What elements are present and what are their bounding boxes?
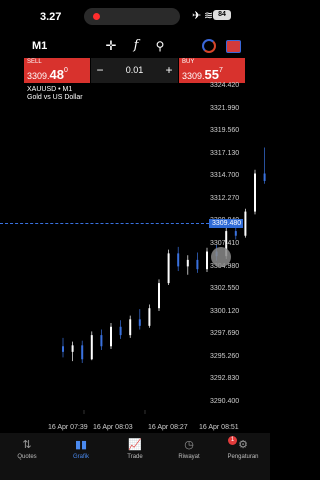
candle-body <box>177 253 180 267</box>
y-tick-label: 3324.420 <box>210 82 240 89</box>
buy-price: 3309.557 <box>182 67 223 82</box>
candle-body <box>196 259 199 270</box>
battery-icon: 84 <box>213 10 231 20</box>
candle <box>177 246 180 272</box>
candle-body <box>110 326 112 347</box>
candle <box>167 249 170 285</box>
timeframe-button[interactable]: M1 <box>32 40 47 52</box>
candle-body <box>254 173 256 212</box>
status-time: 3.27 <box>40 11 62 23</box>
x-tick-label: 16 Apr 07:39 <box>48 424 88 431</box>
crosshair-icon[interactable]: ✛ <box>101 36 121 56</box>
nav-label: Trade <box>127 454 143 460</box>
assistive-touch-button[interactable] <box>211 247 231 267</box>
nav-label: Grafik <box>72 454 89 460</box>
candle <box>62 337 64 358</box>
candle <box>129 315 132 338</box>
current-price-marker: 3309.480 <box>209 219 243 228</box>
y-tick-label: 3312.270 <box>210 194 240 202</box>
nav-label: Pengaturan <box>227 454 259 460</box>
y-tick-label: 3290.400 <box>210 398 240 405</box>
symbol-description: Gold vs US Dollar <box>27 94 83 101</box>
candle <box>100 329 103 350</box>
buy-label: BUY <box>182 59 195 65</box>
candle <box>158 279 160 311</box>
candle-body <box>167 253 170 284</box>
y-tick-label: 3314.700 <box>210 172 240 180</box>
candle-body <box>244 211 247 236</box>
chart-type-icon[interactable] <box>199 36 219 56</box>
candle-body <box>234 231 237 236</box>
candle-body <box>81 345 84 360</box>
candle <box>138 309 141 330</box>
nav-item-trade[interactable]: 📈 Trade <box>108 438 162 460</box>
wifi-icon: ≋ <box>204 10 214 22</box>
candle <box>196 252 199 273</box>
y-tick-label: 3307.410 <box>210 240 240 247</box>
candle <box>206 247 208 272</box>
x-tick-label: 16 Apr 08:03 <box>93 424 133 431</box>
candle <box>81 340 84 363</box>
symbol-label: XAUUSD • M1 <box>27 86 73 93</box>
buy-button[interactable]: BUY 3309.557 <box>179 58 245 83</box>
recording-dot-icon <box>93 13 100 20</box>
nav-item-grafik[interactable]: ▮▮ Grafik <box>54 438 108 460</box>
candle <box>119 320 122 339</box>
candle <box>90 331 93 361</box>
y-tick-label: 3317.130 <box>210 149 240 157</box>
quotes-icon: ⇅ <box>22 439 32 451</box>
candle-body <box>100 335 103 347</box>
function-icon[interactable]: f <box>126 36 146 56</box>
sell-price: 3309.480 <box>27 67 68 82</box>
candle-body <box>90 335 93 360</box>
y-tick-label: 3302.550 <box>210 285 240 293</box>
airplane-icon: ✈ <box>192 10 202 22</box>
lot-stepper[interactable]: − 0.01 + <box>91 58 178 83</box>
candle-body <box>119 326 122 336</box>
trade-nav-icon: 📈 <box>128 439 142 451</box>
candle <box>71 341 74 362</box>
lot-increase-button[interactable]: + <box>162 61 176 79</box>
nav-item-riwayat[interactable]: ◷ Riwayat <box>162 438 216 460</box>
candle <box>186 255 189 275</box>
candle-body <box>62 346 64 352</box>
candle-body <box>129 319 132 336</box>
trade-icon[interactable] <box>223 36 243 56</box>
candle <box>263 147 266 184</box>
settings-icon: ⚙ <box>238 439 248 451</box>
nav-label: Quotes <box>17 454 37 460</box>
candle-body <box>263 173 266 181</box>
nav-label: Riwayat <box>178 454 200 460</box>
candle-body <box>138 319 141 326</box>
candle <box>148 304 151 328</box>
y-tick-label: 3292.830 <box>210 375 240 383</box>
candle <box>244 208 247 238</box>
history-icon: ◷ <box>184 439 194 451</box>
chart-icon: ▮▮ <box>74 439 88 451</box>
indicators-icon[interactable]: ⚲ <box>150 36 170 56</box>
x-tick-label: 16 Apr 08:51 <box>199 424 239 431</box>
candle-body <box>158 283 160 309</box>
candle-body <box>148 308 151 326</box>
y-tick-label: 3321.990 <box>210 104 240 112</box>
candle <box>110 323 112 350</box>
nav-item-pengaturan[interactable]: ⚙ Pengaturan <box>216 438 270 460</box>
y-tick-label: 3297.690 <box>210 330 240 338</box>
y-tick-label: 3319.560 <box>210 127 240 135</box>
sell-label: SELL <box>27 59 42 65</box>
notification-badge: 1 <box>228 436 237 445</box>
candle-body <box>71 345 74 352</box>
y-tick-label: 3295.260 <box>210 352 240 360</box>
candle-body <box>206 251 208 270</box>
current-price-line <box>0 223 209 224</box>
candle <box>254 169 256 215</box>
y-tick-label: 3300.120 <box>210 307 240 315</box>
nav-item-quotes[interactable]: ⇅ Quotes <box>0 438 54 460</box>
candle-body <box>186 259 189 267</box>
x-tick-label: 16 Apr 08:27 <box>148 424 188 431</box>
sell-button[interactable]: SELL 3309.480 <box>24 58 90 83</box>
